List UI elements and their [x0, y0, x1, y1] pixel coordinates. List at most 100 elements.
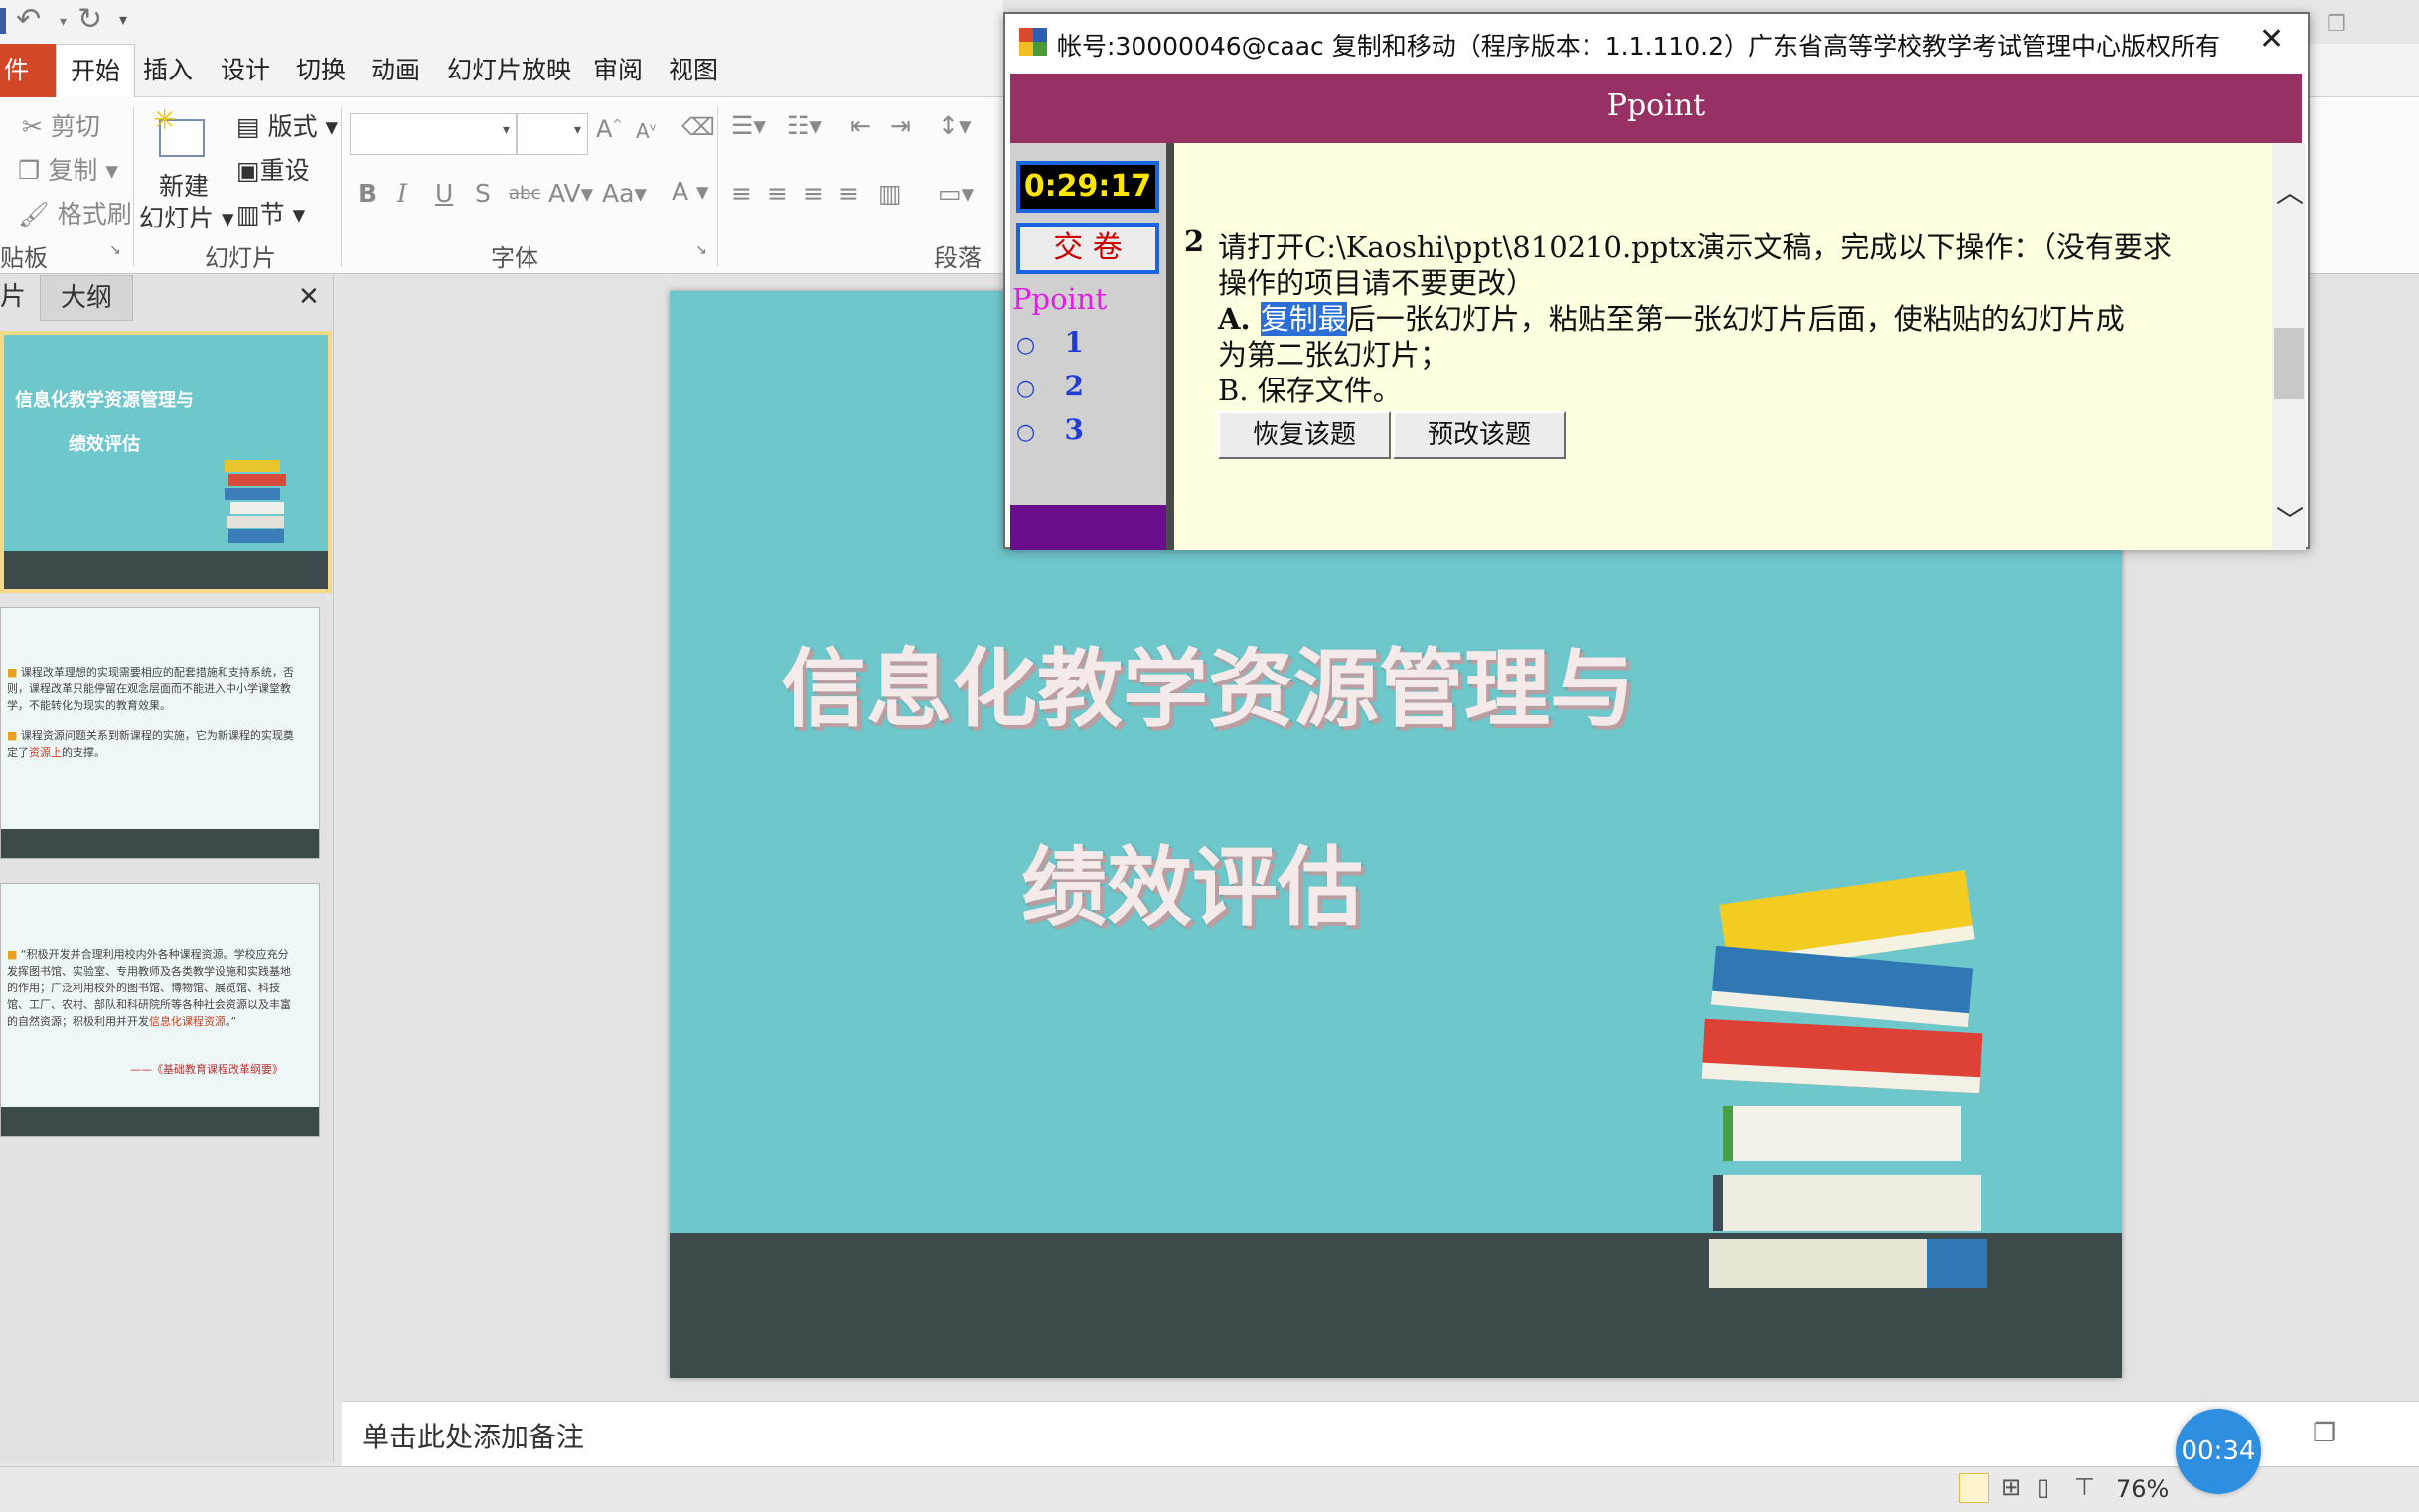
thumb3-quote-end: 。”	[226, 1015, 237, 1028]
numbering-button[interactable]: ☷▾	[787, 111, 822, 140]
restore-window-icon[interactable]: ❐	[2313, 1419, 2336, 1448]
bold-button[interactable]: B	[358, 179, 377, 208]
slide-sorter-icon[interactable]: ⊞	[2001, 1473, 2021, 1501]
grow-font-icon[interactable]: A^	[596, 115, 622, 143]
copy-label: 复制	[48, 156, 98, 185]
slide-thumbnail-2[interactable]: ■ 课程改革理想的实现需要相应的配套措施和支持系统，否则，课程改革只能停留在观念…	[0, 607, 320, 859]
restore-question-button[interactable]: 恢复该题	[1218, 411, 1391, 459]
line-spacing-button[interactable]: ↕▾	[938, 111, 972, 140]
splitter[interactable]	[1166, 143, 1174, 550]
zoom-level[interactable]: 76%	[2116, 1475, 2169, 1503]
clipboard-launcher-icon[interactable]: ↘	[109, 242, 121, 258]
thumb3-source: ——《基础教育课程改革纲要》	[130, 1063, 283, 1076]
reading-view-icon[interactable]: ▯	[2037, 1473, 2049, 1501]
notes-placeholder[interactable]: 单击此处添加备注	[362, 1416, 584, 1455]
undo-dropdown-icon[interactable]: ▾	[60, 14, 67, 30]
close-icon[interactable]: ✕	[2259, 22, 2284, 57]
font-size-select[interactable]: ▾	[517, 113, 588, 155]
italic-button[interactable]: I	[397, 179, 407, 208]
decrease-indent-icon[interactable]: ⇤	[850, 111, 871, 140]
clear-format-icon[interactable]: ⌫	[681, 113, 715, 141]
scrollbar[interactable]: ︿ ﹀	[2272, 143, 2306, 550]
columns-icon[interactable]: ▥	[878, 179, 902, 208]
exam-header: Ppoint	[1010, 74, 2302, 151]
scroll-down-icon[interactable]: ﹀	[2276, 499, 2304, 538]
question-nav-item[interactable]: ○ 2	[1016, 370, 1084, 402]
thumb3-quote-highlight: 信息化课程资源	[149, 1015, 226, 1028]
shadow-button[interactable]: S	[475, 179, 491, 208]
status-bar: ⊞ ▯ ⊤ 76%	[0, 1466, 2419, 1512]
layout-button[interactable]: ▤ 版式 ▾	[236, 107, 338, 143]
paragraph-group-label: 段落	[934, 244, 982, 272]
customize-arrow-icon[interactable]: ▾	[119, 10, 127, 29]
format-painter-button[interactable]: 🖌 格式刷	[18, 195, 132, 230]
change-case-button[interactable]: Aa▾	[602, 179, 647, 208]
tab-home[interactable]: 开始	[56, 44, 136, 99]
new-slide-icon[interactable]: ✳	[149, 103, 215, 163]
tab-view[interactable]: 视图	[669, 44, 718, 97]
restore-window-icon[interactable]: ❐	[2327, 12, 2346, 37]
tab-outline[interactable]: 大纲	[40, 275, 133, 321]
bullets-button[interactable]: ☰▾	[731, 111, 766, 140]
tab-animations[interactable]: 动画	[371, 44, 420, 97]
new-slide-label[interactable]: 新建	[159, 167, 209, 203]
normal-view-icon[interactable]	[1959, 1473, 1989, 1503]
char-spacing-button[interactable]: AV▾	[548, 179, 593, 208]
recording-timer-badge[interactable]: 00:34	[2176, 1409, 2261, 1494]
submit-exam-button[interactable]: 交 卷	[1016, 223, 1159, 274]
font-launcher-icon[interactable]: ↘	[695, 242, 707, 258]
justify-icon[interactable]: ≡	[838, 179, 859, 208]
question-nav-label: 3	[1064, 413, 1084, 446]
undo-icon[interactable]: ↶	[16, 2, 41, 37]
scroll-thumb[interactable]	[2274, 328, 2304, 399]
copy-button[interactable]: ❐ 复制 ▾	[18, 151, 118, 187]
slide-subtitle[interactable]: 绩效评估	[1021, 818, 1363, 942]
notes-pane[interactable]: 单击此处添加备注	[342, 1401, 2419, 1466]
slides-group-label: 幻灯片	[205, 244, 276, 272]
sidebar-footer-band	[1010, 505, 1166, 550]
tab-transitions[interactable]: 切换	[296, 44, 346, 97]
thumb3-quote: ■ “积极开发并合理利用校内外各种课程资源。学校应充分发挥图书馆、实验室、专用教…	[7, 948, 291, 1028]
radio-icon: ○	[1016, 420, 1036, 445]
tab-insert[interactable]: 插入	[143, 44, 193, 97]
slides-panel: 片 大纲 ✕ 信息化教学资源管理与 绩效评估 ■ 课程改革理想的实现需要相应的配…	[0, 275, 334, 1462]
increase-indent-icon[interactable]: ⇥	[890, 111, 911, 140]
new-slide-dropdown[interactable]: 幻灯片 ▾	[139, 199, 234, 234]
question-nav-item[interactable]: ○ 3	[1016, 413, 1084, 446]
layout-icon: ▤	[236, 112, 260, 141]
redo-icon[interactable]: ↻	[77, 2, 102, 37]
close-panel-icon[interactable]: ✕	[298, 275, 320, 319]
strikethrough-button[interactable]: abc	[509, 183, 540, 204]
shrink-font-icon[interactable]: Av	[636, 119, 656, 143]
thumb2-bullet-2: ■ 课程资源问题关系到新课程的实施，它为新课程的实现奠定了资源上的支撑。	[7, 729, 294, 759]
format-painter-label: 格式刷	[57, 200, 132, 228]
align-center-icon[interactable]: ≡	[767, 179, 788, 208]
cut-button[interactable]: ✂ 剪切	[22, 107, 100, 143]
tab-file[interactable]: 件	[0, 44, 56, 97]
slide-thumbnail-1[interactable]: 信息化教学资源管理与 绩效评估	[0, 331, 332, 593]
tab-slideshow[interactable]: 幻灯片放映	[447, 44, 571, 97]
font-color-button[interactable]: A ▾	[672, 177, 709, 206]
tab-design[interactable]: 设计	[221, 44, 270, 97]
preview-question-button[interactable]: 预改该题	[1393, 411, 1566, 459]
scroll-up-icon[interactable]: ︿	[2276, 171, 2304, 211]
slide-title[interactable]: 信息化教学资源管理与	[781, 619, 1635, 743]
question-nav-label: 2	[1064, 370, 1084, 402]
divider	[133, 107, 134, 266]
tab-slides[interactable]: 片	[0, 275, 26, 319]
question-number: 2	[1184, 225, 1205, 258]
tab-review[interactable]: 审阅	[593, 44, 643, 97]
reset-button[interactable]: ▣重设	[236, 151, 310, 187]
question-nav-label: 1	[1064, 326, 1084, 359]
slideshow-icon[interactable]: ⊤	[2074, 1473, 2095, 1501]
font-name-select[interactable]: ▾	[350, 113, 517, 155]
align-left-icon[interactable]: ≡	[731, 179, 752, 208]
text-box-icon[interactable]: ▭▾	[938, 179, 974, 208]
thumb2-bullet-1-text: 课程改革理想的实现需要相应的配套措施和支持系统，否则，课程改革只能停留在观念层面…	[7, 666, 294, 712]
align-right-icon[interactable]: ≡	[803, 179, 824, 208]
section-button[interactable]: ▥节 ▾	[236, 195, 305, 230]
question-nav-item[interactable]: ○ 1	[1016, 326, 1084, 359]
underline-button[interactable]: U	[435, 179, 453, 208]
save-icon[interactable]	[0, 8, 6, 34]
slide-thumbnail-3[interactable]: ■ “积极开发并合理利用校内外各种课程资源。学校应充分发挥图书馆、实验室、专用教…	[0, 883, 320, 1137]
